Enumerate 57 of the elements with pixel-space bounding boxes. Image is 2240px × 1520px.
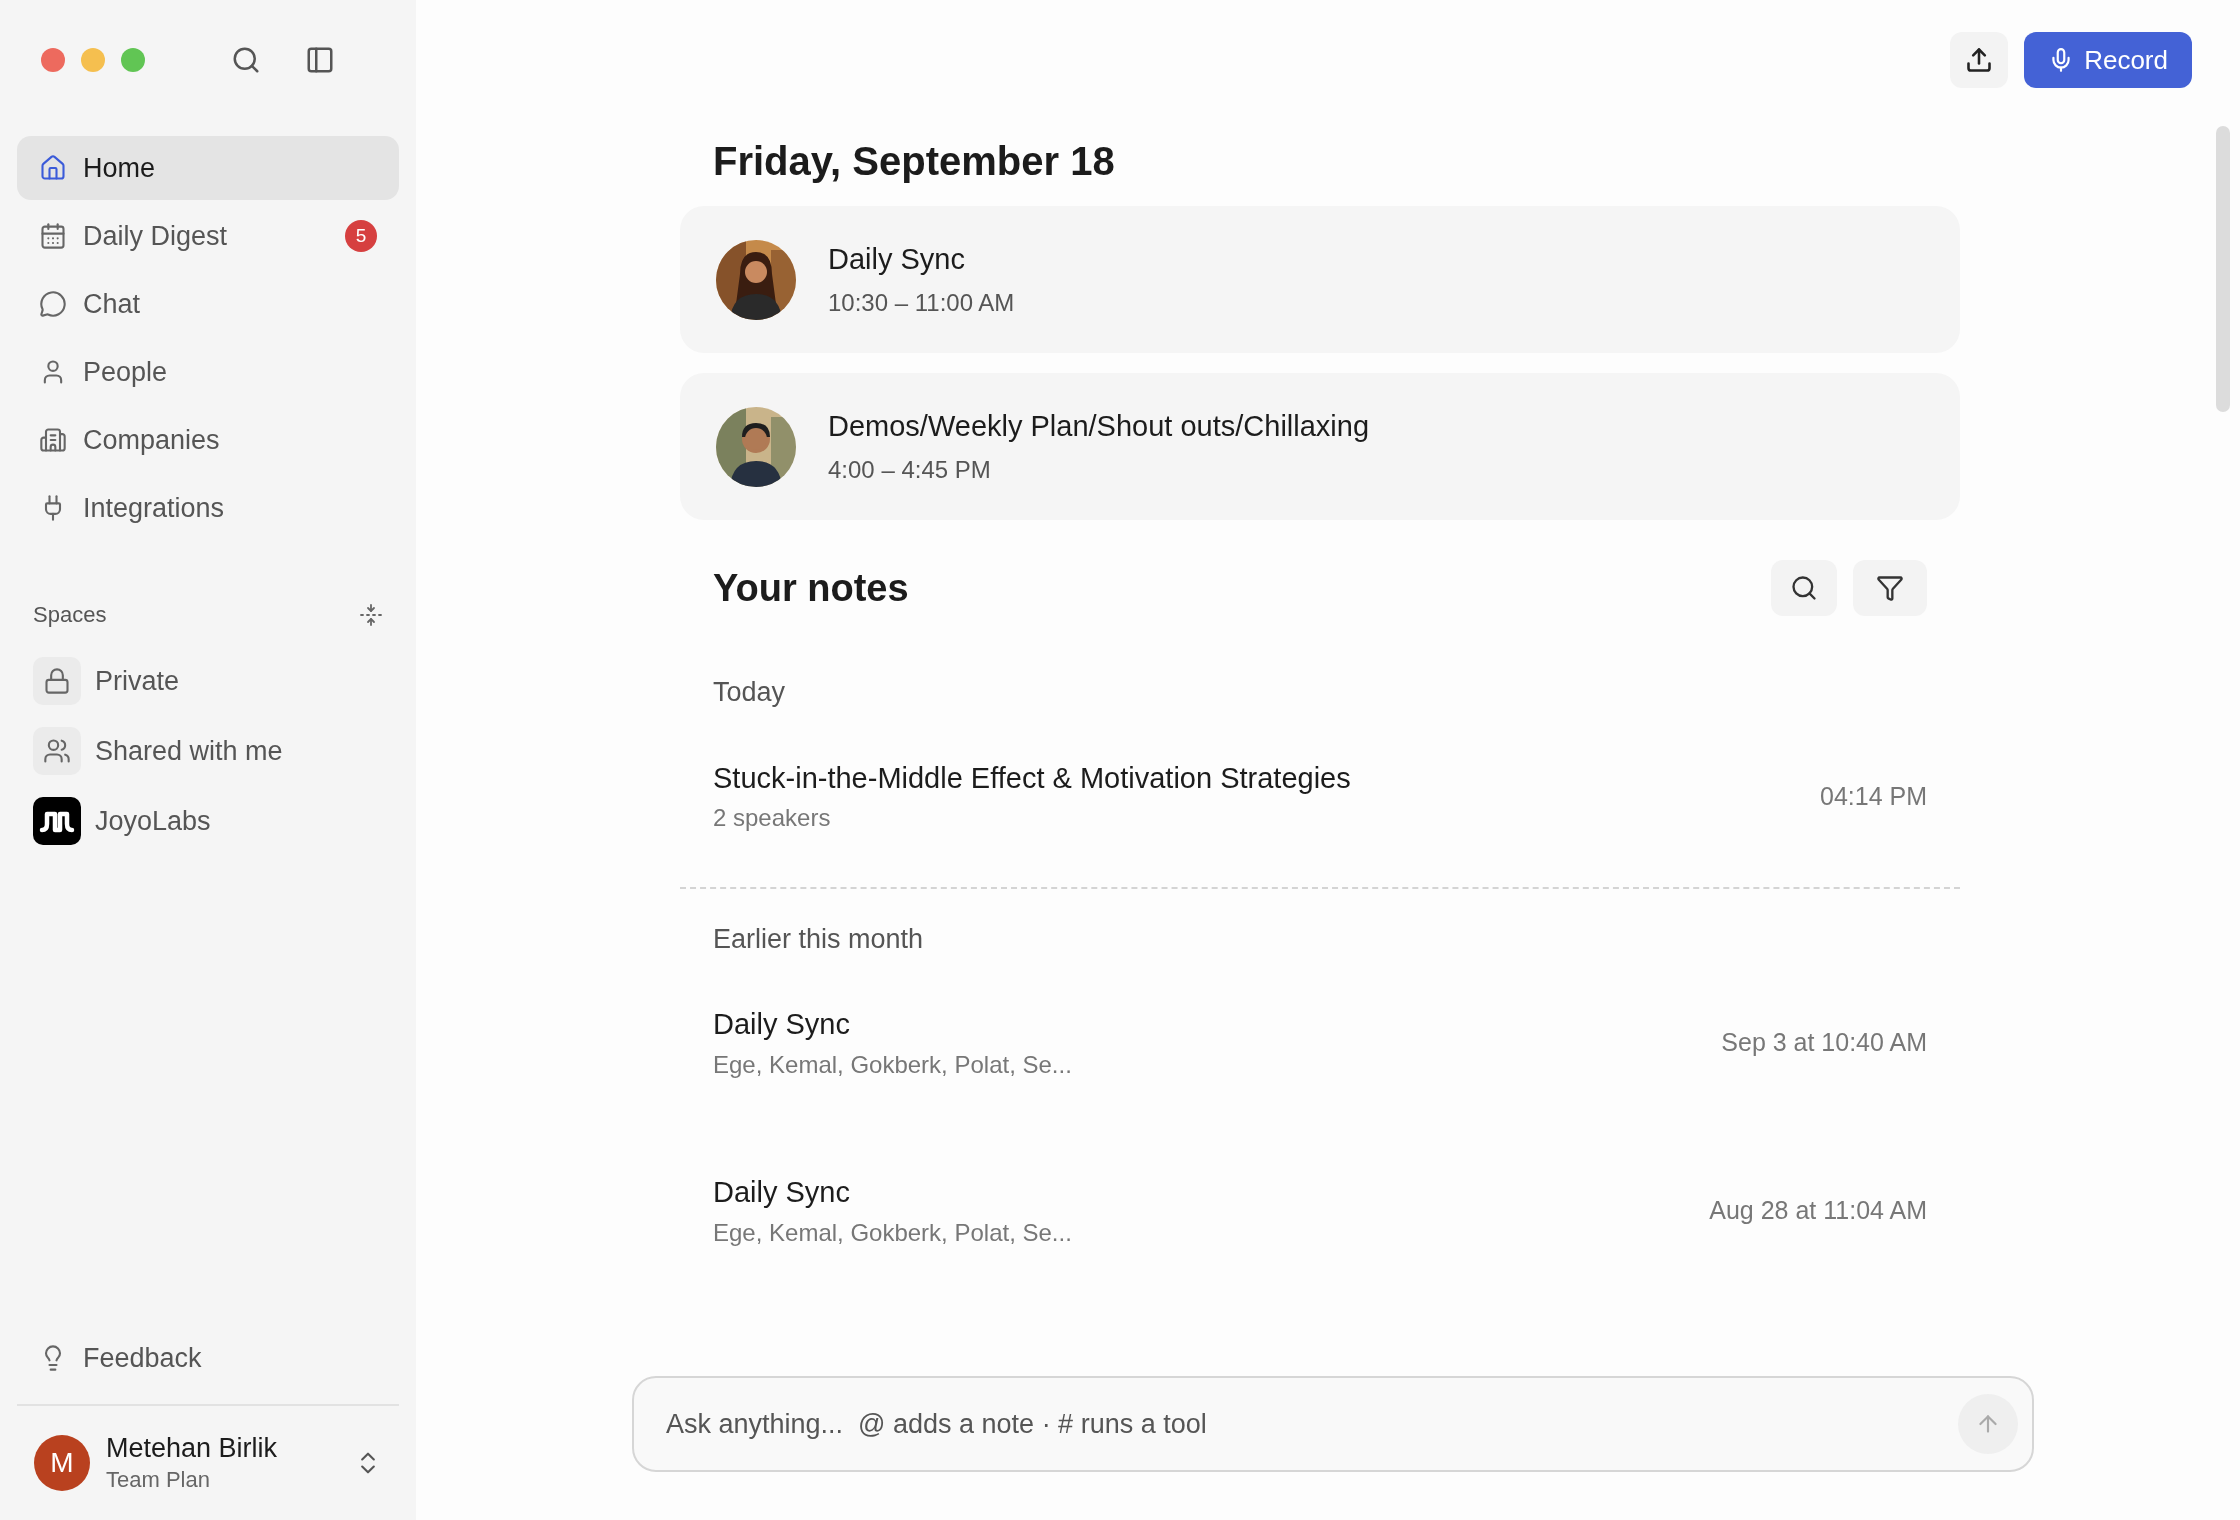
meeting-title: Demos/Weekly Plan/Shout outs/Chillaxing [828, 408, 1370, 444]
sidebar-item[interactable]: Companies [17, 408, 399, 472]
note-title: Stuck-in-the-Middle Effect & Motivation Strategies [713, 760, 1351, 796]
note-subtitle: Ege, Kemal, Gokberk, Polat, Se... [713, 1217, 1072, 1248]
count-badge: 5 [345, 220, 377, 252]
search-icon [1790, 574, 1818, 602]
search-icon[interactable] [231, 45, 261, 75]
filter-icon [1876, 574, 1904, 602]
meeting-card[interactable]: Demos/Weekly Plan/Shout outs/Chillaxing 4:00 – 4:45 PM [680, 373, 1960, 520]
note-subtitle: 2 speakers [713, 803, 832, 834]
section-heading: Your notes [713, 565, 909, 611]
sidebar-toggle-icon[interactable] [305, 45, 335, 75]
group-label: Today [712, 676, 787, 709]
note-title: Daily Sync [713, 1007, 851, 1043]
meeting-card[interactable]: Daily Sync 10:30 – 11:00 AM [680, 206, 1960, 353]
record-button[interactable]: Record [2024, 32, 2192, 88]
note-row[interactable]: Stuck-in-the-Middle Effect & Motivation Strategies 2 speakers 04:14 PM [680, 712, 1960, 881]
section-label: Spaces [33, 601, 107, 629]
note-row[interactable]: Daily Sync Ege, Kemal, Gokberk, Polat, Se... Sep 3 at 10:40 AM [680, 959, 1960, 1127]
collapse-icon[interactable] [359, 602, 383, 627]
sidebar-item[interactable]: Home [17, 136, 399, 200]
space-item[interactable]: Private [33, 657, 383, 705]
chat-icon [39, 290, 67, 318]
note-time: Sep 3 at 10:40 AM [1721, 1027, 1927, 1059]
scrollbar-thumb[interactable] [2216, 126, 2230, 412]
note-subtitle: Ege, Kemal, Gokberk, Polat, Se... [713, 1049, 1072, 1080]
share-button[interactable] [1950, 32, 2009, 88]
sidebar-item[interactable]: People [17, 340, 399, 404]
search-button[interactable] [1771, 560, 1837, 616]
people-icon [33, 727, 81, 775]
user-name: Metehan Birlik [106, 1432, 279, 1465]
home-icon [39, 154, 67, 182]
sidebar-item[interactable]: Integrations [17, 476, 399, 540]
note-title: Daily Sync [713, 1175, 851, 1211]
space-item[interactable]: Shared with me [33, 727, 383, 775]
calendar-icon [39, 222, 67, 250]
user-avatar: M [34, 1435, 90, 1491]
sidebar-item[interactable]: Chat [17, 272, 399, 336]
chat-input[interactable]: Ask anything... @ adds a note · # runs a tool [632, 1376, 2034, 1472]
window-control[interactable] [41, 48, 65, 72]
meeting-title: Daily Sync [828, 241, 966, 277]
note-row[interactable]: Daily Sync Ege, Kemal, Gokberk, Polat, Se... Aug 28 at 11:04 AM [680, 1127, 1960, 1295]
note-time: Aug 28 at 11:04 AM [1709, 1195, 1927, 1227]
note-time: 04:14 PM [1820, 780, 1927, 812]
logo-icon [33, 797, 81, 845]
upload-icon [1965, 46, 1994, 74]
lock-icon [33, 657, 81, 705]
plan-label: Team Plan [106, 1466, 211, 1494]
group-label: Earlier this month [712, 922, 925, 956]
meeting-time: 10:30 – 11:00 AM [828, 288, 1015, 319]
feedback-item[interactable]: Feedback [17, 1328, 399, 1388]
sidebar-item[interactable]: Daily Digest 5 [17, 204, 399, 268]
space-item[interactable]: JoyoLabs [33, 797, 383, 845]
building-icon [39, 426, 67, 454]
filter-button[interactable] [1853, 560, 1927, 616]
date-heading: Friday, September 18 [712, 138, 1116, 185]
meeting-time: 4:00 – 4:45 PM [828, 455, 992, 486]
